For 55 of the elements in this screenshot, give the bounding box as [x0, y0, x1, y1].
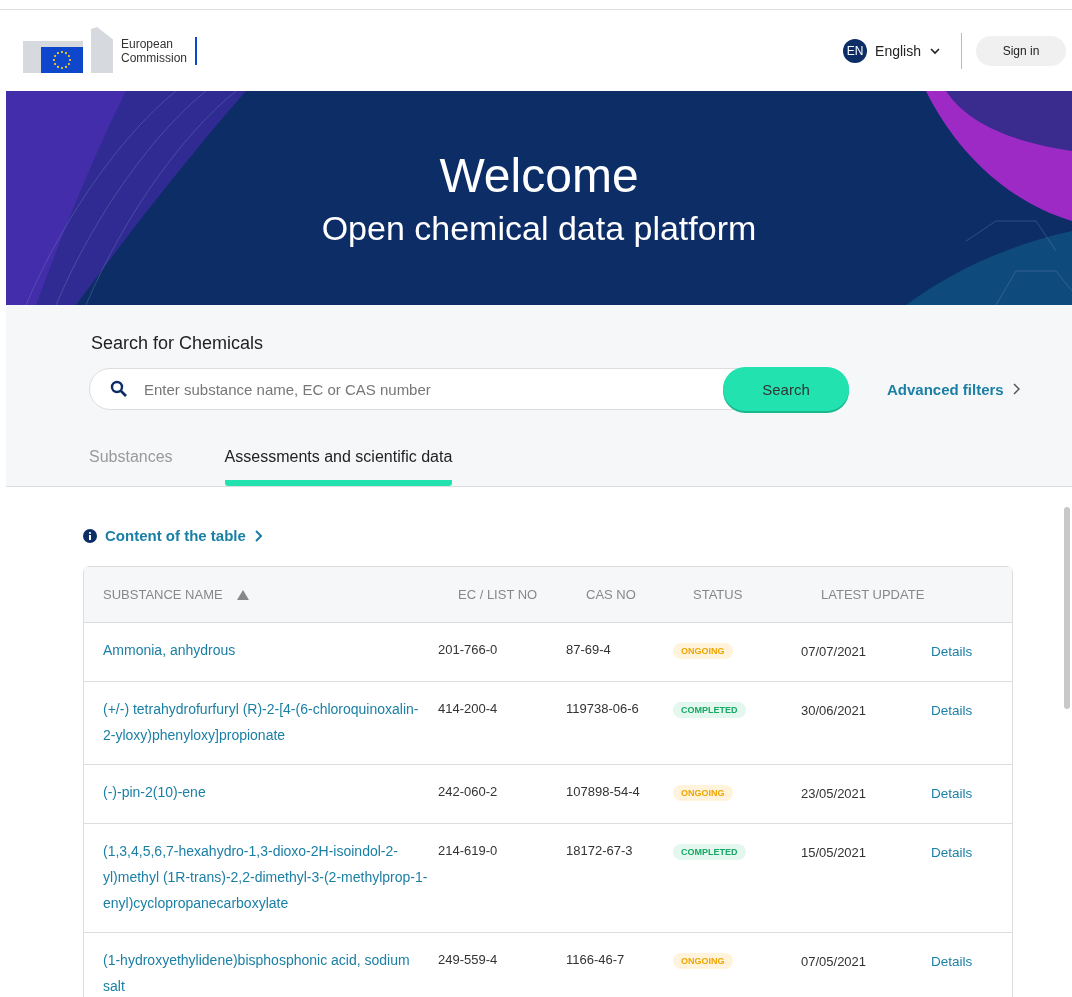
search-heading: Search for Chemicals: [91, 333, 265, 354]
status-badge: ONGOING: [673, 785, 733, 801]
column-header[interactable]: STATUS: [693, 587, 821, 602]
status-badge: ONGOING: [673, 643, 733, 659]
table-cell: 1166-46-7: [566, 952, 625, 967]
table-cell: 201-766-0: [438, 642, 498, 657]
table-cell: 242-060-2: [438, 784, 498, 799]
details-link[interactable]: Details: [931, 703, 973, 718]
table-cell: 119738-06-6: [566, 701, 639, 716]
search-icon: [110, 380, 128, 398]
tab[interactable]: Substances: [89, 440, 173, 486]
chevron-right-icon: [1011, 383, 1020, 395]
table-cell: 107898-54-4: [566, 784, 640, 799]
search-field[interactable]: Enter substance name, EC or CAS number Search: [89, 368, 849, 410]
column-header[interactable]: SUBSTANCE NAME: [84, 587, 458, 602]
table-cell: 214-619-0: [438, 843, 498, 858]
content-of-table-link[interactable]: Content of the table: [83, 527, 1072, 544]
logo-text: Commission: [121, 50, 187, 65]
chevron-right-icon: [253, 529, 262, 542]
status-badge: COMPLETED: [673, 702, 746, 718]
column-header[interactable]: CAS NO: [586, 587, 693, 602]
table-cell: 249-559-4: [438, 952, 498, 967]
search-button[interactable]: Search: [723, 367, 849, 411]
table-cell: 07/05/2021: [801, 954, 867, 969]
details-link[interactable]: Details: [931, 786, 973, 801]
advanced-filters-link[interactable]: Advanced filters: [887, 380, 1020, 398]
status-badge: COMPLETED: [673, 844, 746, 860]
substance-link[interactable]: (+/-) tetrahydrofurfuryl (R)-2-[4-(6-chloroquinoxalin-2-yloxy)phenyloxy]propionate: [103, 696, 428, 748]
substance-link[interactable]: (-)-pin-2(10)-ene: [103, 779, 428, 805]
table-cell: 07/07/2021: [801, 644, 867, 659]
table-cell: 18172-67-3: [566, 843, 633, 858]
table-cell: 23/05/2021: [801, 786, 867, 801]
table-cell: 414-200-4: [438, 701, 498, 716]
commission-logo-icon: [23, 26, 113, 75]
substance-link[interactable]: (1,3,4,5,6,7-hexahydro-1,3-dioxo-2H-isoindol-2-yl)methyl (1R-trans)-2,2-dimethyl-3-(2-methylprop-1-enyl)cyclopropanecarboxylate: [103, 838, 428, 916]
language-selector[interactable]: EN English: [837, 37, 947, 64]
substance-link[interactable]: (1-hydroxyethylidene)bisphosphonic acid, sodium salt: [103, 947, 428, 997]
details-link[interactable]: Details: [931, 644, 973, 659]
substance-link[interactable]: Ammonia, anhydrous: [103, 637, 428, 663]
banner-subtitle: Open chemical data platform: [321, 209, 757, 248]
chevron-down-icon: [929, 46, 941, 55]
info-icon: [83, 528, 97, 543]
banner-title: Welcome: [439, 148, 639, 203]
table-cell: 30/06/2021: [801, 703, 867, 718]
table-cell: 87-69-4: [566, 642, 611, 657]
status-badge: ONGOING: [673, 953, 733, 969]
logo-text: European: [121, 36, 175, 51]
column-header[interactable]: LATEST UPDATE: [821, 587, 951, 602]
sign-in-button[interactable]: Sign in: [976, 35, 1066, 66]
tab[interactable]: Assessments and scientific data: [224, 440, 453, 486]
table-cell: 15/05/2021: [801, 845, 867, 860]
details-link[interactable]: Details: [931, 845, 973, 860]
column-header[interactable]: EC / LIST NO: [458, 587, 586, 602]
details-link[interactable]: Details: [931, 954, 973, 969]
scrollbar[interactable]: [1064, 507, 1070, 709]
